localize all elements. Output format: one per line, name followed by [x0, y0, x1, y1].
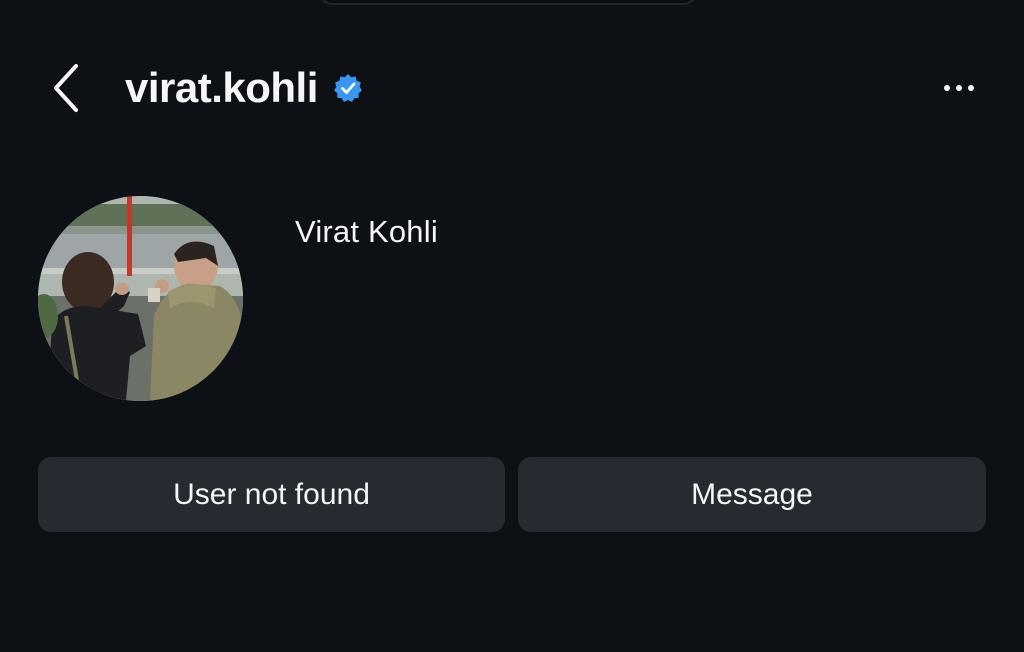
message-button[interactable]: Message	[518, 457, 986, 532]
message-label: Message	[691, 477, 813, 511]
device-notch	[318, 0, 698, 5]
verified-badge-icon	[333, 73, 363, 103]
username-text: virat.kohli	[125, 64, 318, 111]
profile-username: virat.kohli	[125, 62, 363, 114]
user-not-found-button[interactable]: User not found	[38, 457, 505, 532]
more-dot-icon	[944, 85, 950, 91]
user-not-found-label: User not found	[173, 477, 370, 511]
chevron-left-icon	[54, 64, 78, 112]
back-button[interactable]	[42, 56, 90, 120]
profile-photo	[38, 196, 243, 401]
profile-header: virat.kohli	[0, 48, 1024, 128]
more-dot-icon	[968, 85, 974, 91]
profile-screen: virat.kohli Virat Kohli User not found M…	[0, 0, 1024, 652]
profile-avatar[interactable]	[38, 196, 243, 401]
more-dot-icon	[956, 85, 962, 91]
more-options-button[interactable]	[934, 68, 984, 108]
profile-display-name: Virat Kohli	[295, 214, 438, 249]
